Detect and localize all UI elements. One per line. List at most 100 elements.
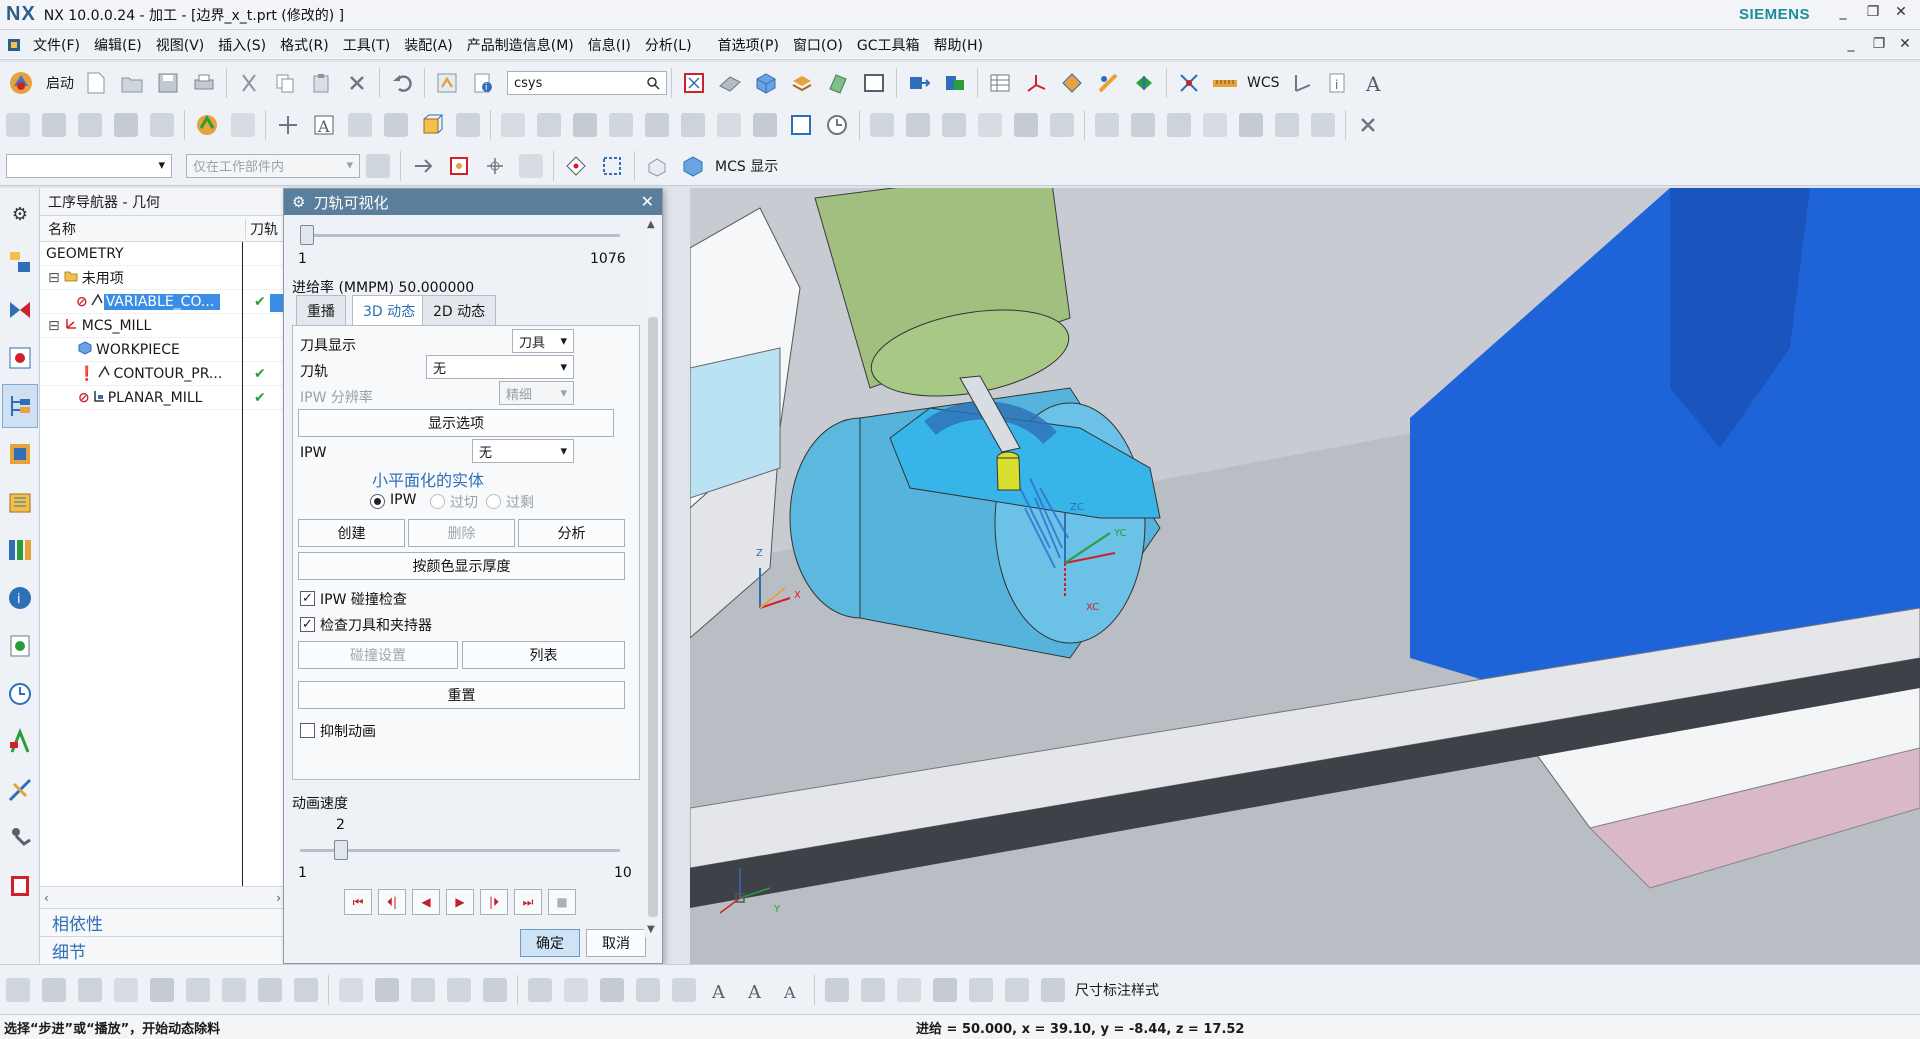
- projected-view-icon[interactable]: [145, 973, 179, 1007]
- machine-icon[interactable]: [640, 108, 674, 142]
- collapse-icon[interactable]: ⊟: [40, 318, 60, 334]
- menu-pmi[interactable]: 产品制造信息(M): [460, 35, 581, 55]
- op-tool-g-icon[interactable]: [1090, 108, 1124, 142]
- shop-doc-icon[interactable]: [532, 108, 566, 142]
- note-drafting-icon[interactable]: [334, 973, 368, 1007]
- ipw-resolution-select[interactable]: 精细 ▾: [499, 381, 574, 405]
- start-button[interactable]: [1, 66, 41, 100]
- create-operation-icon[interactable]: [145, 108, 179, 142]
- text-size-icon[interactable]: A: [775, 973, 809, 1007]
- roles-icon[interactable]: [2, 720, 38, 764]
- radio-overcut[interactable]: [430, 494, 445, 509]
- create-button[interactable]: 创建: [298, 519, 405, 547]
- csys-input[interactable]: csys: [507, 71, 667, 95]
- reset-button[interactable]: 重置: [298, 681, 625, 709]
- object-info-icon[interactable]: i: [1321, 66, 1355, 100]
- delete-icon[interactable]: [340, 66, 374, 100]
- dim-chamfer-icon[interactable]: [928, 973, 962, 1007]
- text-style-icon[interactable]: A: [739, 973, 773, 1007]
- table-icon[interactable]: [983, 66, 1017, 100]
- selection-filter-icon[interactable]: [1172, 66, 1206, 100]
- doc-minimize-button[interactable]: _: [1838, 36, 1864, 56]
- print-icon[interactable]: [187, 66, 221, 100]
- op-tool-m-icon[interactable]: [1306, 108, 1340, 142]
- op-tool-i-icon[interactable]: [1162, 108, 1196, 142]
- scroll-up-icon[interactable]: ▲: [647, 219, 655, 230]
- copy-icon[interactable]: [268, 66, 302, 100]
- menu-insert[interactable]: 插入(S): [211, 35, 273, 55]
- measure-icon[interactable]: [1091, 66, 1125, 100]
- feature-icon[interactable]: [343, 108, 377, 142]
- history-clock-icon[interactable]: [2, 672, 38, 716]
- snap-grid-icon[interactable]: [514, 149, 548, 183]
- play-button[interactable]: ▶: [446, 889, 474, 915]
- op-tool-a-icon[interactable]: [865, 108, 899, 142]
- op-tool-e-icon[interactable]: [1009, 108, 1043, 142]
- fit-view-icon[interactable]: [677, 66, 711, 100]
- nav-horizontal-scrollbar[interactable]: ‹ ›: [40, 886, 285, 908]
- symbol-icon[interactable]: [667, 973, 701, 1007]
- leader-icon[interactable]: [631, 973, 665, 1007]
- tab-2d-dynamic[interactable]: 2D 动态: [422, 295, 497, 325]
- tab-replay[interactable]: 重播: [296, 295, 346, 325]
- menu-window[interactable]: 窗口(O): [786, 35, 850, 55]
- menu-file[interactable]: 文件(F): [26, 35, 87, 55]
- menu-gc-toolbox[interactable]: GC工具箱: [850, 35, 927, 55]
- balloon-icon[interactable]: [559, 973, 593, 1007]
- dim-arc-icon[interactable]: [1000, 973, 1034, 1007]
- snap-center-icon[interactable]: [559, 149, 593, 183]
- dialog-scroll-thumb[interactable]: [648, 317, 658, 917]
- part-navigator-icon[interactable]: [2, 432, 38, 476]
- text-a-icon[interactable]: A: [703, 973, 737, 1007]
- save-icon[interactable]: [151, 66, 185, 100]
- wcs-orient-icon[interactable]: [1285, 66, 1319, 100]
- geometry-view-icon[interactable]: [2, 336, 38, 380]
- box-select-icon[interactable]: [595, 149, 629, 183]
- dialog-scrollbar[interactable]: ▲ ▼: [644, 217, 662, 937]
- scroll-right-icon[interactable]: ›: [276, 891, 281, 905]
- info-icon[interactable]: i: [466, 66, 500, 100]
- mcs-display-icon[interactable]: [676, 149, 710, 183]
- op-tool-l-icon[interactable]: [1270, 108, 1304, 142]
- op-tool-h-icon[interactable]: [1126, 108, 1160, 142]
- layer-icon[interactable]: [785, 66, 819, 100]
- minimize-button[interactable]: _: [1830, 4, 1856, 24]
- menu-view[interactable]: 视图(V): [149, 35, 212, 55]
- dim-linear-icon[interactable]: [820, 973, 854, 1007]
- dim-angular-icon[interactable]: [892, 973, 926, 1007]
- ipw-select[interactable]: 无 ▾: [472, 439, 574, 463]
- details-section[interactable]: 细节: [40, 936, 285, 964]
- path-select[interactable]: 无 ▾: [426, 355, 574, 379]
- op-tool-d-icon[interactable]: [973, 108, 1007, 142]
- shell-icon[interactable]: [451, 108, 485, 142]
- model-3d-icon[interactable]: [37, 973, 71, 1007]
- menu-assembly[interactable]: 装配(A): [397, 35, 460, 55]
- menu-analysis[interactable]: 分析(L): [638, 35, 699, 55]
- open-icon[interactable]: [115, 66, 149, 100]
- palette-icon[interactable]: [2, 624, 38, 668]
- restore-button[interactable]: ❐: [1860, 4, 1886, 24]
- list-tool-icon[interactable]: [604, 108, 638, 142]
- snap-point-icon[interactable]: [1055, 66, 1089, 100]
- datum-csys-icon[interactable]: [1019, 66, 1053, 100]
- text-icon[interactable]: A: [1357, 66, 1391, 100]
- feed-icon[interactable]: [712, 108, 746, 142]
- part-list-icon[interactable]: [523, 973, 557, 1007]
- display-options-button[interactable]: 显示选项: [298, 409, 614, 437]
- type-filter-select[interactable]: ▾: [6, 153, 172, 178]
- shaded-cube-icon[interactable]: [749, 66, 783, 100]
- drawing-sheet-icon[interactable]: [73, 973, 107, 1007]
- system-scenes-icon[interactable]: [2, 768, 38, 812]
- datum-feature-icon[interactable]: [406, 973, 440, 1007]
- ipw-collision-checkbox[interactable]: ✓: [300, 591, 315, 606]
- new-icon[interactable]: [79, 66, 113, 100]
- table-note-icon[interactable]: [478, 973, 512, 1007]
- reuse-library-icon[interactable]: [2, 480, 38, 524]
- section-view-icon[interactable]: [181, 973, 215, 1007]
- step-forward-button[interactable]: |⏵: [480, 889, 508, 915]
- analyze-button[interactable]: 分析: [518, 519, 625, 547]
- close-icon[interactable]: [1351, 108, 1385, 142]
- tree-row-workpiece[interactable]: WORKPIECE: [40, 338, 284, 362]
- op-tool-f-icon[interactable]: [1045, 108, 1079, 142]
- replay-toolpath-icon[interactable]: [226, 108, 260, 142]
